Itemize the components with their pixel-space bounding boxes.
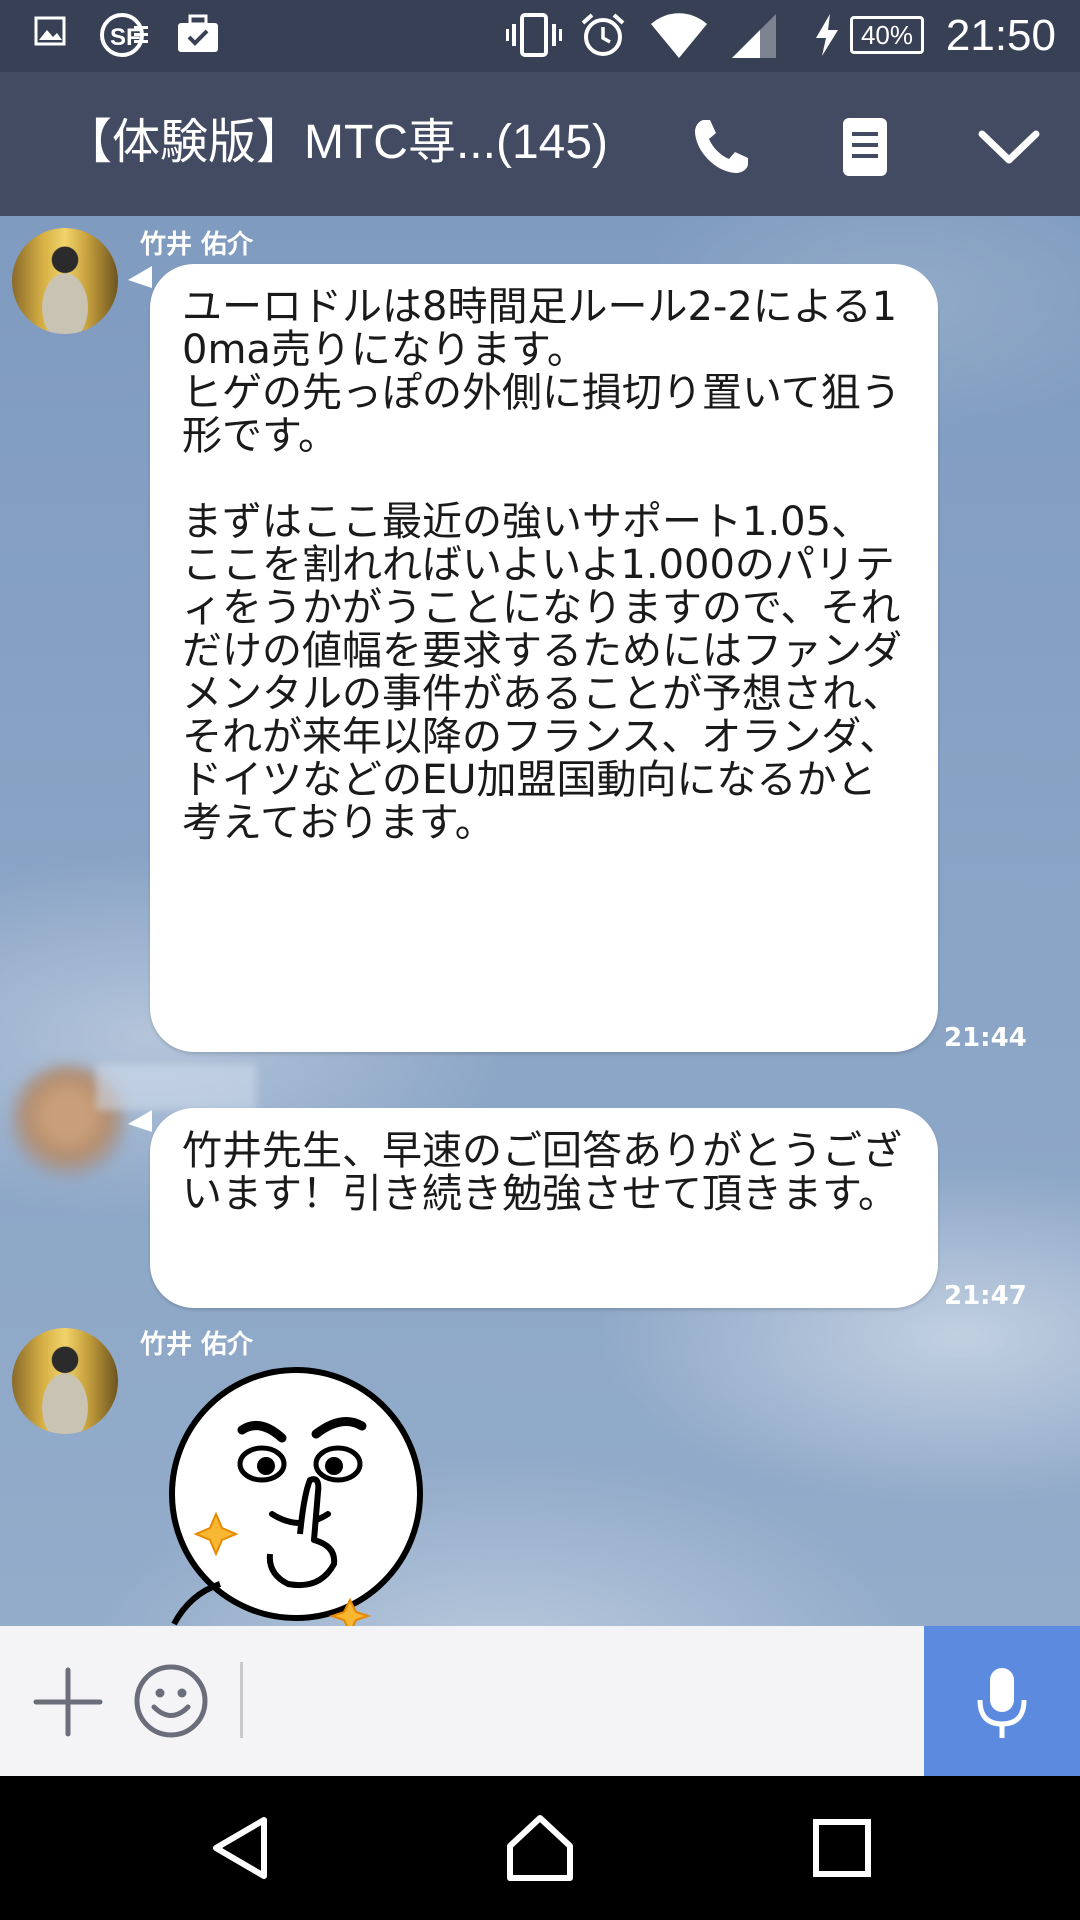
microphone-icon	[977, 1668, 1027, 1738]
home-icon[interactable]	[504, 1812, 576, 1884]
briefcase-icon	[178, 14, 218, 52]
vibrate-icon	[506, 13, 562, 57]
chat-title[interactable]: 【体験版】MTC専...(145)	[64, 108, 608, 178]
phone-icon[interactable]	[686, 112, 756, 182]
message-bubble[interactable]: ユーロドルは8時間足ルール2-2による10ma売りになります。 ヒゲの先っぽの外…	[150, 264, 938, 1052]
emoji-icon[interactable]	[132, 1662, 210, 1740]
message-input-bar	[0, 1626, 1080, 1776]
sf-app-icon: SF	[100, 13, 148, 57]
recents-icon[interactable]	[806, 1812, 878, 1884]
chevron-down-icon[interactable]	[974, 112, 1044, 182]
navigation-bar	[0, 1776, 1080, 1920]
message-input[interactable]	[240, 1662, 243, 1738]
note-icon[interactable]	[830, 112, 900, 182]
alarm-icon	[581, 13, 625, 56]
sender-name	[96, 1064, 256, 1110]
charging-icon	[816, 14, 838, 56]
message-time: 21:44	[944, 1023, 1027, 1053]
microphone-button[interactable]	[924, 1626, 1080, 1776]
chat-header: 【体験版】MTC専...(145)	[0, 72, 1080, 216]
sticker[interactable]	[150, 1364, 470, 1626]
avatar[interactable]	[12, 1328, 118, 1434]
back-icon[interactable]	[206, 1812, 278, 1884]
signal-icon	[732, 14, 776, 58]
avatar[interactable]	[12, 228, 118, 334]
bubble-tail	[128, 266, 152, 288]
plus-icon[interactable]	[32, 1666, 104, 1738]
status-bar: SF 40% 21:50	[0, 0, 1080, 72]
chat-area[interactable]: 竹井 佑介 ユーロドルは8時間足ルール2-2による10ma売りになります。 ヒゲ…	[0, 216, 1080, 1626]
image-icon	[34, 16, 66, 46]
message-time: 21:47	[944, 1281, 1027, 1311]
sender-name: 竹井 佑介	[140, 230, 254, 260]
bubble-tail	[128, 1110, 152, 1132]
wifi-icon	[651, 13, 707, 58]
message-bubble[interactable]: 竹井先生、早速のご回答ありがとうございます！引き続き勉強させて頂きます。	[150, 1108, 938, 1308]
battery-icon: 40%	[850, 16, 924, 54]
clock: 21:50	[945, 11, 1056, 60]
sender-name: 竹井 佑介	[140, 1330, 254, 1360]
